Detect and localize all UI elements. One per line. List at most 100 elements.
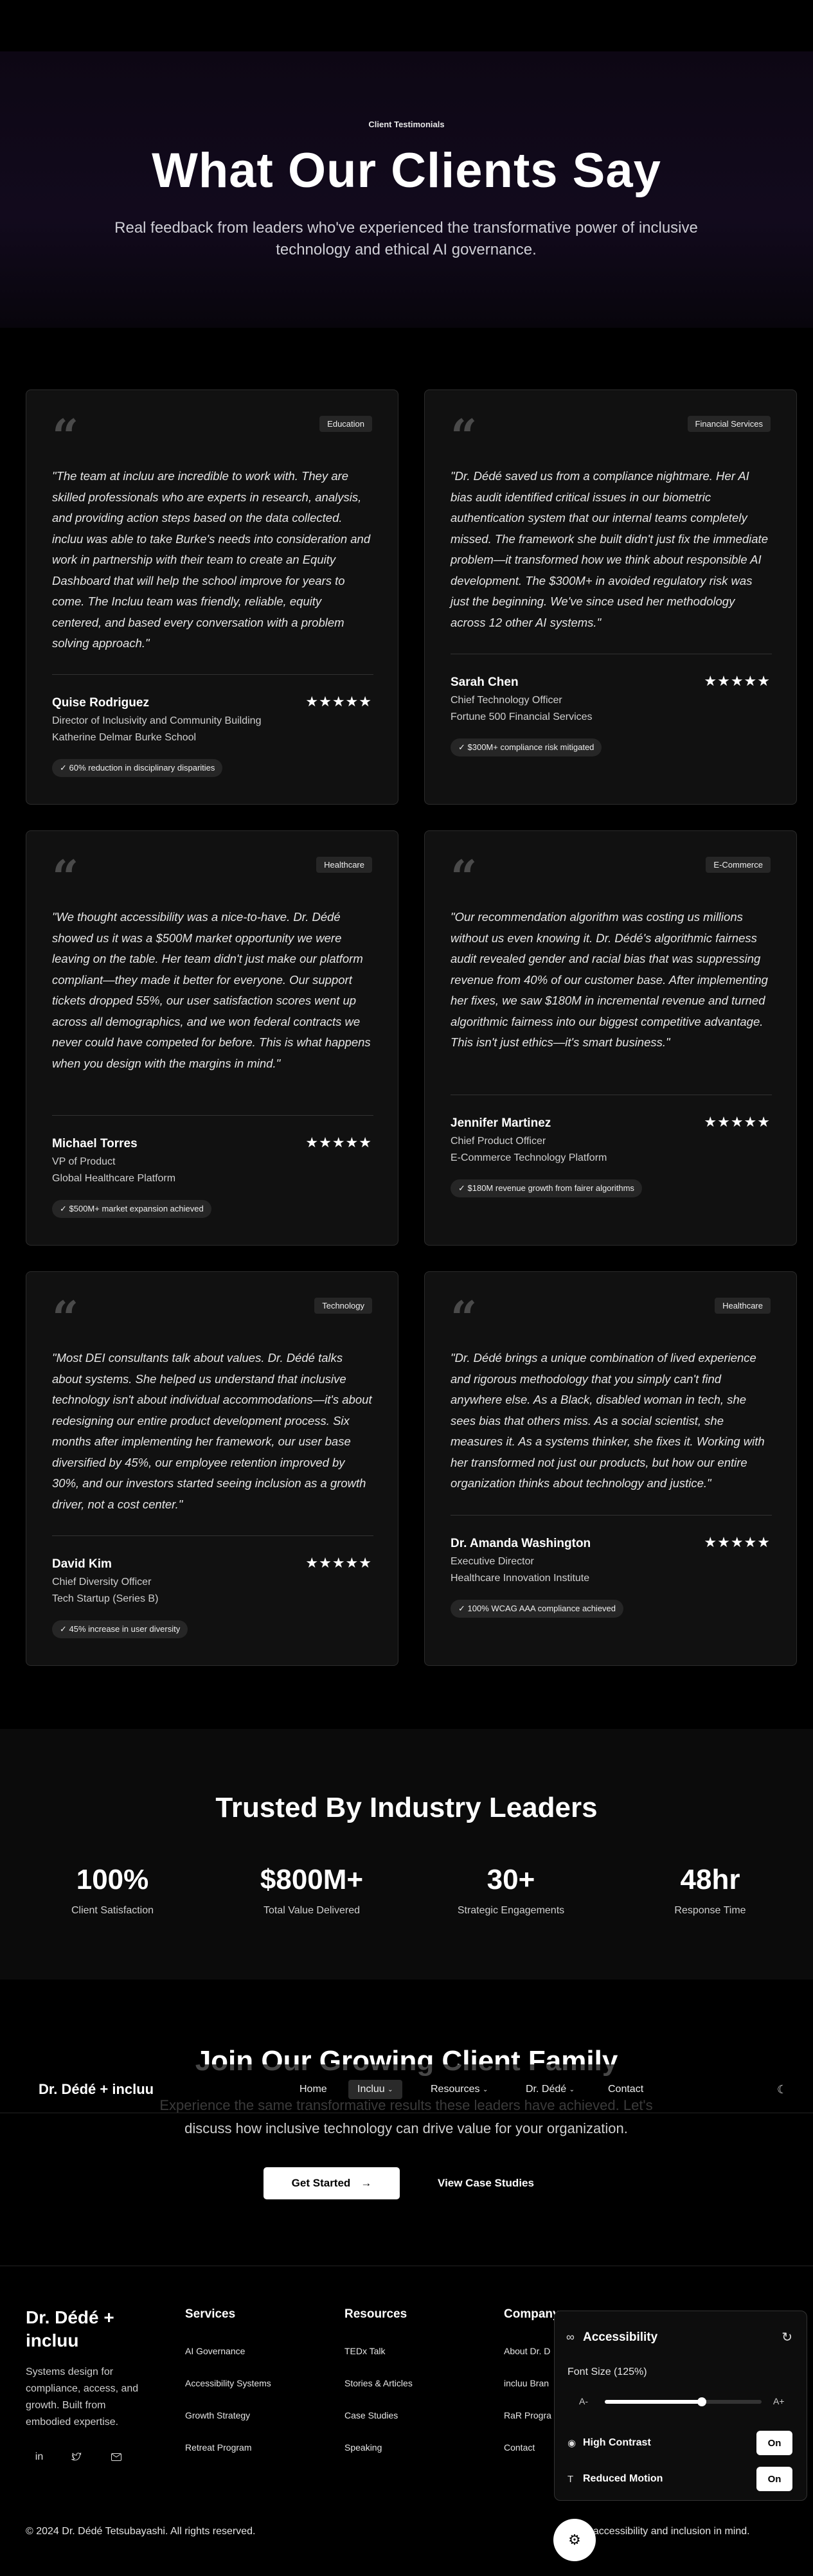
hero-subtitle: Real feedback from leaders who've experi… bbox=[114, 219, 698, 258]
font-size-slider[interactable] bbox=[605, 2397, 762, 2406]
category-badge: E-Commerce bbox=[706, 857, 771, 873]
stat-item: 30+ Strategic Engagements bbox=[431, 1864, 591, 1917]
result-metric: ✓ 45% increase in user diversity bbox=[52, 1620, 188, 1638]
client-name: Jennifer Martinez bbox=[451, 1116, 551, 1130]
footer-link[interactable]: RaR Progra bbox=[504, 2410, 551, 2420]
mail-icon[interactable] bbox=[108, 2449, 125, 2465]
high-contrast-label: High Contrast bbox=[583, 2437, 651, 2448]
divider bbox=[451, 1515, 772, 1516]
high-contrast-row: ◉ High Contrast On bbox=[567, 2431, 792, 2455]
moon-icon[interactable]: ☾ bbox=[774, 2081, 791, 2098]
footer-link[interactable]: About Dr. D bbox=[504, 2346, 550, 2356]
stat-label: Response Time bbox=[674, 1905, 746, 1916]
quote-icon: “ bbox=[451, 409, 478, 463]
client-org: Tech Startup (Series B) bbox=[52, 1593, 159, 1604]
footer-description: Systems design for compliance, access, a… bbox=[26, 2366, 139, 2428]
rating-stars: ★★★★★ bbox=[305, 1134, 372, 1150]
divider bbox=[52, 1115, 373, 1116]
divider bbox=[52, 674, 373, 675]
category-badge: Healthcare bbox=[316, 857, 372, 873]
testimonial-quote: "We thought accessibility was a nice-to-… bbox=[52, 910, 371, 1070]
stats-title: Trusted By Industry Leaders bbox=[215, 1792, 598, 1823]
reduced-motion-label: Reduced Motion bbox=[583, 2473, 663, 2484]
client-role: Chief Technology Officer bbox=[451, 695, 562, 706]
client-name: Quise Rodriguez bbox=[52, 696, 149, 710]
twitter-icon[interactable] bbox=[68, 2449, 85, 2465]
testimonial-quote: "The team at incluu are incredible to wo… bbox=[52, 469, 371, 650]
footer-link[interactable]: Contact bbox=[504, 2442, 535, 2453]
client-name: Michael Torres bbox=[52, 1137, 138, 1150]
rating-stars: ★★★★★ bbox=[305, 693, 372, 710]
testimonial-card: “ Technology "Most DEI consultants talk … bbox=[26, 1271, 398, 1666]
category-badge: Education bbox=[319, 416, 372, 432]
stat-item: 48hr Response Time bbox=[630, 1864, 791, 1917]
nav-item-dr-dede[interactable]: Dr. Dédé ⌄ bbox=[517, 2080, 584, 2099]
nav-label: Home bbox=[299, 2084, 327, 2095]
font-increase-label[interactable]: A+ bbox=[773, 2396, 785, 2406]
testimonial-card: “ Education "The team at incluu are incr… bbox=[26, 389, 398, 805]
get-started-button[interactable]: Get Started → bbox=[264, 2167, 400, 2199]
result-metric: ✓ 100% WCAG AAA compliance achieved bbox=[451, 1600, 624, 1618]
testimonial-card: “ Healthcare "Dr. Dédé brings a unique c… bbox=[424, 1271, 797, 1666]
nav-item-contact[interactable]: Contact bbox=[599, 2080, 652, 2099]
footer-link[interactable]: Speaking bbox=[344, 2442, 382, 2453]
result-metric: ✓ $180M revenue growth from fairer algor… bbox=[451, 1179, 642, 1197]
testimonial-card: “ Healthcare "We thought accessibility w… bbox=[26, 830, 398, 1246]
rating-stars: ★★★★★ bbox=[305, 1555, 372, 1571]
testimonial-quote: "Dr. Dédé saved us from a compliance nig… bbox=[451, 469, 768, 629]
text-icon: T bbox=[567, 2473, 574, 2485]
footer-tagline: with accessibility and inclusion in mind… bbox=[572, 2526, 750, 2537]
client-role: Director of Inclusivity and Community Bu… bbox=[52, 715, 262, 726]
nav-item-incluu[interactable]: Incluu ⌄ bbox=[348, 2080, 402, 2099]
reduced-motion-toggle[interactable]: On bbox=[756, 2467, 792, 2491]
quote-icon: “ bbox=[451, 850, 478, 904]
client-org: Katherine Delmar Burke School bbox=[52, 732, 197, 743]
high-contrast-toggle[interactable]: On bbox=[756, 2431, 792, 2455]
footer-link[interactable]: Growth Strategy bbox=[185, 2410, 250, 2420]
result-metric: ✓ 60% reduction in disciplinary disparit… bbox=[52, 759, 223, 777]
stat-value: 48hr bbox=[680, 1864, 740, 1895]
copyright: © 2024 Dr. Dédé Tetsubayashi. All rights… bbox=[26, 2526, 256, 2537]
testimonial-card: “ Financial Services "Dr. Dédé saved us … bbox=[424, 389, 797, 805]
nav-label: Resources bbox=[431, 2084, 480, 2095]
rating-stars: ★★★★★ bbox=[704, 1534, 771, 1550]
category-badge: Financial Services bbox=[687, 416, 771, 432]
site-logo[interactable]: Dr. Dédé + incluu bbox=[39, 2081, 154, 2098]
footer-link[interactable]: Case Studies bbox=[344, 2410, 398, 2420]
linkedin-icon[interactable]: in bbox=[31, 2449, 48, 2465]
stat-value: 30+ bbox=[487, 1864, 535, 1895]
client-org: Fortune 500 Financial Services bbox=[451, 711, 593, 722]
accessibility-panel: ∞ Accessibility ↻ Font Size (125%) A- A+… bbox=[554, 2311, 807, 2501]
chevron-down-icon: ⌄ bbox=[482, 2086, 488, 2093]
reset-icon[interactable]: ↻ bbox=[782, 2329, 792, 2345]
stat-item: $800M+ Total Value Delivered bbox=[231, 1864, 392, 1917]
stats-section: Trusted By Industry Leaders 100% Client … bbox=[0, 1729, 813, 1980]
client-role: Chief Diversity Officer bbox=[52, 1577, 152, 1588]
nav-item-home[interactable]: Home bbox=[290, 2080, 336, 2099]
font-decrease-label[interactable]: A- bbox=[579, 2396, 588, 2406]
gear-icon[interactable]: ⚙ bbox=[553, 2519, 596, 2561]
get-started-label: Get Started bbox=[291, 2177, 351, 2189]
client-name: Sarah Chen bbox=[451, 675, 519, 689]
footer-link[interactable]: TEDx Talk bbox=[344, 2346, 386, 2356]
nav-item-resources[interactable]: Resources ⌄ bbox=[422, 2080, 497, 2099]
client-org: Global Healthcare Platform bbox=[52, 1173, 176, 1184]
footer-link[interactable]: Retreat Program bbox=[185, 2442, 251, 2453]
hero-eyebrow: Client Testimonials bbox=[368, 120, 445, 129]
stat-value: $800M+ bbox=[260, 1864, 364, 1895]
nav-label: Incluu bbox=[357, 2084, 385, 2095]
footer-link[interactable]: Stories & Articles bbox=[344, 2378, 413, 2388]
testimonial-card: “ E-Commerce "Our recommendation algorit… bbox=[424, 830, 797, 1246]
quote-icon: “ bbox=[52, 1291, 79, 1345]
footer-link[interactable]: AI Governance bbox=[185, 2346, 245, 2356]
hero-section: Client Testimonials What Our Clients Say… bbox=[0, 51, 813, 328]
view-case-studies-button[interactable]: View Case Studies bbox=[418, 2167, 554, 2199]
slider-thumb[interactable] bbox=[697, 2397, 707, 2406]
page-title: What Our Clients Say bbox=[152, 143, 661, 198]
nav-label: Contact bbox=[608, 2084, 644, 2095]
footer-link[interactable]: incluu Bran bbox=[504, 2378, 549, 2388]
footer-link[interactable]: Accessibility Systems bbox=[185, 2378, 271, 2388]
slider-fill bbox=[605, 2400, 702, 2404]
stat-label: Total Value Delivered bbox=[263, 1905, 360, 1916]
stat-item: 100% Client Satisfaction bbox=[32, 1864, 193, 1917]
